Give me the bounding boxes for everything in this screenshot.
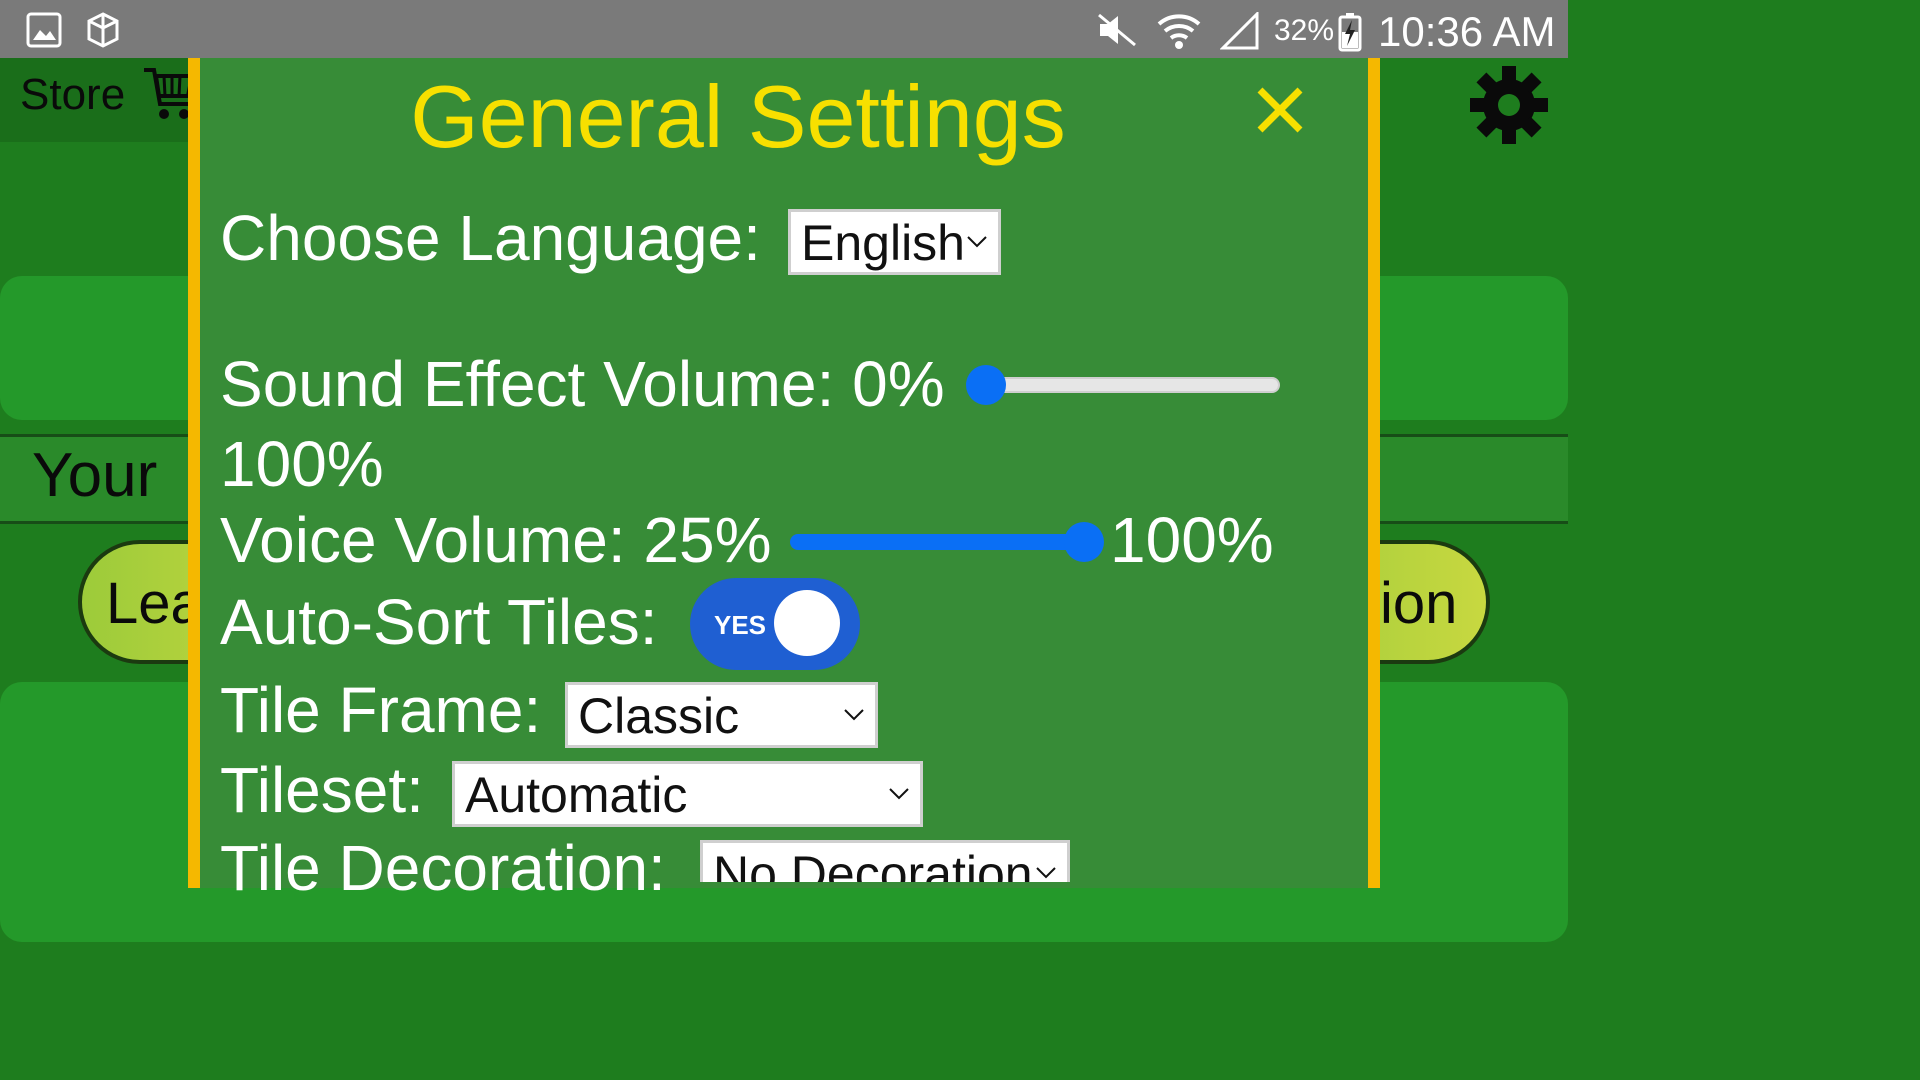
autosort-toggle[interactable]: YES (690, 578, 860, 670)
voice-volume-label: Voice Volume: 25% (220, 504, 772, 576)
autosort-toggle-knob (774, 590, 840, 656)
sound-volume-thumb[interactable] (966, 365, 1006, 405)
close-icon (1257, 87, 1303, 133)
sound-volume-label: Sound Effect Volume: 0% (220, 348, 945, 420)
chevron-down-icon (844, 709, 864, 721)
background-right-pill-label: ion (1380, 571, 1458, 636)
sound-volume-max: 100% (220, 428, 384, 500)
store-label[interactable]: Store (20, 70, 125, 120)
language-select[interactable]: English (788, 209, 1001, 275)
tile-frame-select-value: Classic (578, 688, 740, 744)
tileset-select-value: Automatic (465, 767, 688, 823)
close-button[interactable] (1254, 84, 1306, 136)
language-label: Choose Language: (220, 202, 761, 274)
mute-icon (1096, 12, 1138, 53)
tile-decoration-select[interactable]: No Decoration (700, 840, 1070, 882)
gallery-icon (26, 12, 62, 53)
battery-charging-icon (1338, 12, 1362, 57)
autosort-label: Auto-Sort Tiles: (220, 586, 658, 658)
language-select-value: English (801, 215, 965, 271)
chevron-down-icon (1036, 867, 1056, 879)
voice-volume-thumb[interactable] (1064, 522, 1104, 562)
voice-volume-max: 100% (1110, 504, 1274, 576)
tile-frame-label: Tile Frame: (220, 674, 542, 746)
voice-volume-track[interactable] (790, 534, 1100, 550)
tileset-label: Tileset: (220, 754, 424, 826)
cart-icon[interactable] (142, 64, 195, 129)
chevron-down-icon (889, 788, 909, 800)
background-heading: Your (32, 441, 158, 510)
tile-frame-select[interactable]: Classic (565, 682, 878, 748)
gear-icon[interactable] (1468, 64, 1550, 151)
dialog-title: General Settings (410, 67, 1066, 166)
tileset-select[interactable]: Automatic (452, 761, 923, 827)
sound-volume-track[interactable] (984, 377, 1280, 393)
wifi-icon (1156, 12, 1202, 55)
chevron-down-icon (967, 236, 987, 248)
status-bar: 32% 10:36 AM (0, 0, 1568, 58)
tile-decoration-select-value: No Decoration (713, 846, 1033, 882)
autosort-toggle-text: YES (714, 610, 767, 640)
battery-percent: 32% (1274, 14, 1335, 47)
tile-decoration-label: Tile Decoration: (220, 832, 666, 904)
clock: 10:36 AM (1378, 8, 1556, 55)
app-icon (86, 12, 120, 53)
signal-icon (1219, 10, 1260, 55)
